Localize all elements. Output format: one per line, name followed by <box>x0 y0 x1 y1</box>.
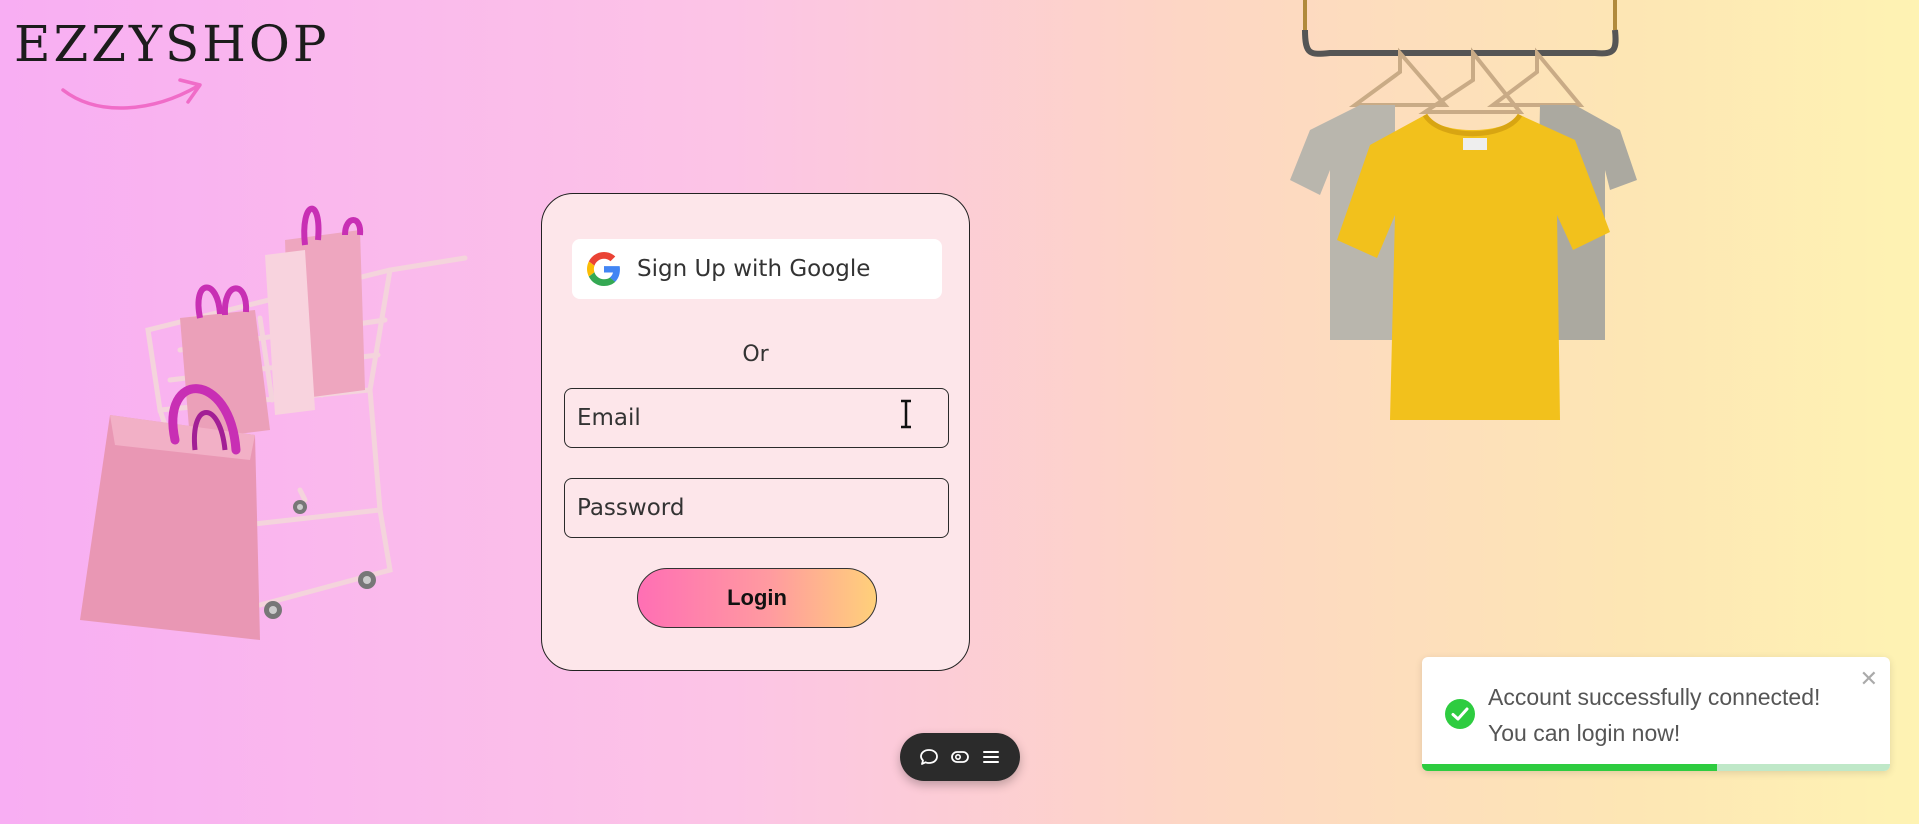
login-button[interactable]: Login <box>637 568 877 628</box>
clothing-rack-illustration <box>1290 0 1637 420</box>
toast-message: Account successfully connected! You can … <box>1488 679 1858 751</box>
logo-text: EZZYSHOP <box>14 15 330 73</box>
brand-logo[interactable]: EZZYSHOP <box>14 15 330 110</box>
google-signup-button[interactable]: Sign Up with Google <box>572 239 942 299</box>
or-divider: Or <box>742 342 769 367</box>
toast-line-2: You can login now! <box>1488 720 1681 746</box>
login-card: Sign Up with Google Or Login <box>541 193 970 671</box>
eye-icon[interactable] <box>949 746 971 768</box>
comment-icon[interactable] <box>918 746 940 768</box>
toast-progress-bar <box>1422 764 1717 771</box>
email-field[interactable] <box>564 388 949 448</box>
logo-arrow-icon <box>61 78 202 110</box>
toast-progress-track <box>1422 764 1890 771</box>
floating-toolbar <box>900 733 1020 781</box>
success-check-icon <box>1445 699 1475 729</box>
shopping-cart-illustration <box>80 205 468 640</box>
toast-line-1: Account successfully connected! <box>1488 684 1821 710</box>
google-signup-label: Sign Up with Google <box>637 256 871 282</box>
google-icon <box>587 252 620 286</box>
close-icon[interactable]: ✕ <box>1860 667 1878 692</box>
menu-icon[interactable] <box>980 746 1002 768</box>
text-cursor-icon <box>901 399 911 429</box>
password-field[interactable] <box>564 478 949 538</box>
success-toast: Account successfully connected! You can … <box>1422 657 1890 771</box>
